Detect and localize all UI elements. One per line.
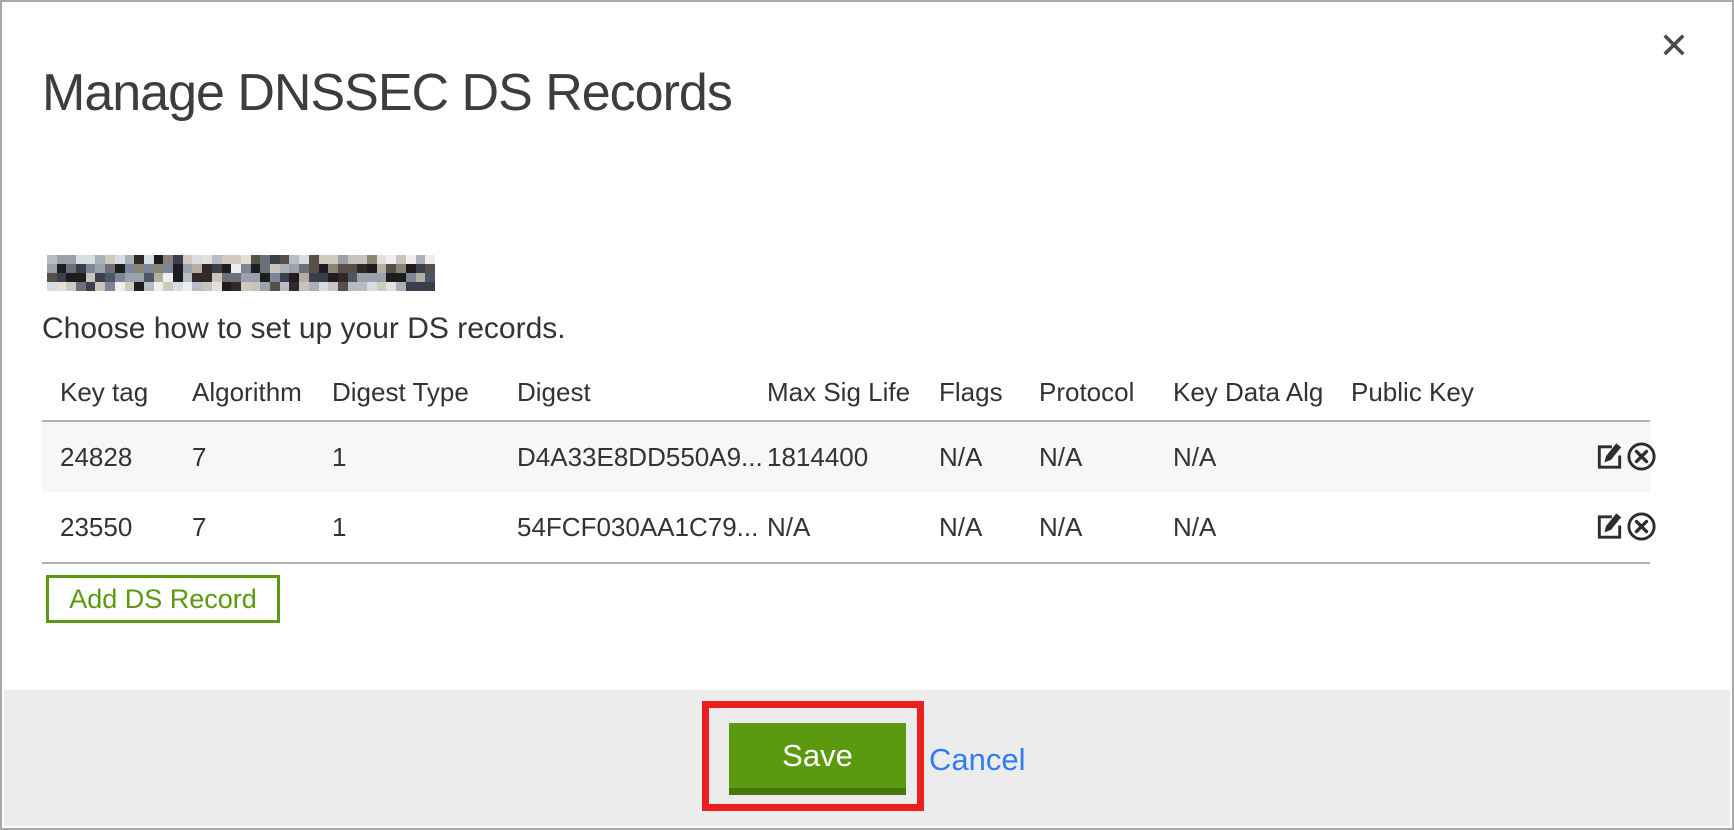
cell-algorithm: 7 <box>174 421 314 492</box>
cell-key-data-alg: N/A <box>1155 492 1333 563</box>
table-header-row: Key tag Algorithm Digest Type Digest Max… <box>42 364 1650 421</box>
manage-dnssec-dialog: Manage DNSSEC DS Records ✕ Choose how to… <box>0 0 1734 830</box>
column-header-digest: Digest <box>499 364 749 421</box>
cell-key-tag: 24828 <box>42 421 174 492</box>
cell-public-key <box>1333 421 1575 492</box>
cell-key-tag: 23550 <box>42 492 174 563</box>
cell-digest-type: 1 <box>314 492 499 563</box>
column-header-actions <box>1575 364 1650 421</box>
cell-protocol: N/A <box>1021 421 1155 492</box>
add-ds-record-label: Add DS Record <box>69 584 257 615</box>
dialog-footer: Save Cancel <box>4 690 1730 826</box>
cell-algorithm: 7 <box>174 492 314 563</box>
edit-record-button[interactable] <box>1593 512 1625 544</box>
redacted-domain-name <box>47 255 435 291</box>
pencil-square-icon <box>1594 441 1625 475</box>
add-ds-record-button[interactable]: Add DS Record <box>46 575 280 623</box>
delete-record-button[interactable] <box>1625 512 1657 544</box>
cell-digest: 54FCF030AA1C79... <box>499 492 749 563</box>
column-header-key-data-alg: Key Data Alg <box>1155 364 1333 421</box>
column-header-public-key: Public Key <box>1333 364 1575 421</box>
table-row: 23550 7 1 54FCF030AA1C79... N/A N/A N/A … <box>42 492 1650 563</box>
close-button[interactable]: ✕ <box>1652 24 1696 68</box>
cancel-link[interactable]: Cancel <box>929 742 1026 778</box>
circle-x-icon <box>1626 511 1657 545</box>
cell-digest: D4A33E8DD550A9... <box>499 421 749 492</box>
cell-flags: N/A <box>921 492 1021 563</box>
cell-actions <box>1575 492 1650 563</box>
ds-records-table: Key tag Algorithm Digest Type Digest Max… <box>42 364 1650 564</box>
cell-key-data-alg: N/A <box>1155 421 1333 492</box>
edit-record-button[interactable] <box>1593 442 1625 474</box>
cell-actions <box>1575 421 1650 492</box>
save-button-label: Save <box>782 738 853 774</box>
column-header-max-sig-life: Max Sig Life <box>749 364 921 421</box>
pencil-square-icon <box>1594 511 1625 545</box>
delete-record-button[interactable] <box>1625 442 1657 474</box>
circle-x-icon <box>1626 441 1657 475</box>
close-icon: ✕ <box>1659 25 1689 67</box>
dialog-title: Manage DNSSEC DS Records <box>42 63 732 123</box>
cell-protocol: N/A <box>1021 492 1155 563</box>
column-header-algorithm: Algorithm <box>174 364 314 421</box>
column-header-digest-type: Digest Type <box>314 364 499 421</box>
column-header-protocol: Protocol <box>1021 364 1155 421</box>
cell-flags: N/A <box>921 421 1021 492</box>
column-header-key-tag: Key tag <box>42 364 174 421</box>
column-header-flags: Flags <box>921 364 1021 421</box>
cell-public-key <box>1333 492 1575 563</box>
cell-digest-type: 1 <box>314 421 499 492</box>
cell-max-sig-life: 1814400 <box>749 421 921 492</box>
cell-max-sig-life: N/A <box>749 492 921 563</box>
save-button[interactable]: Save <box>729 723 906 795</box>
table-row: 24828 7 1 D4A33E8DD550A9... 1814400 N/A … <box>42 421 1650 492</box>
instruction-text: Choose how to set up your DS records. <box>42 312 566 346</box>
